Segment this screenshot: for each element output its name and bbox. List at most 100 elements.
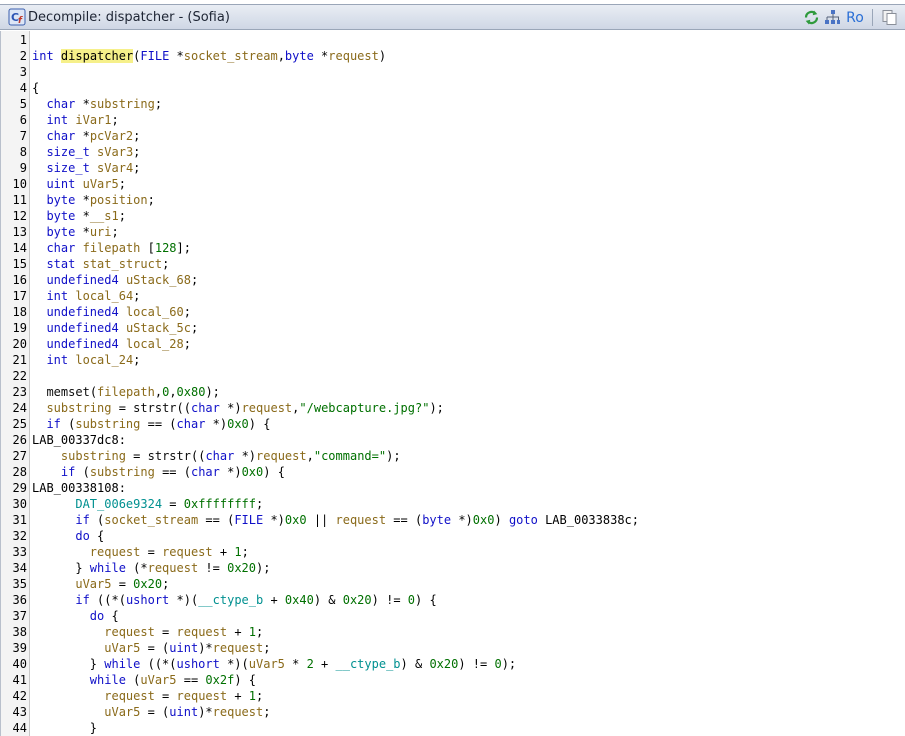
code-line[interactable]: 10 uint uVar5; bbox=[1, 176, 905, 192]
code-text[interactable]: request = request + 1; bbox=[32, 688, 263, 704]
code-text[interactable]: { bbox=[32, 80, 39, 96]
code-line[interactable]: 31 if (socket_stream == (FILE *)0x0 || r… bbox=[1, 512, 905, 528]
code-line[interactable]: 24 substring = strstr((char *)request,"/… bbox=[1, 400, 905, 416]
code-text[interactable]: int dispatcher(FILE *socket_stream,byte … bbox=[32, 48, 386, 64]
code-text[interactable]: int local_24; bbox=[32, 352, 140, 368]
code-line[interactable]: 9 size_t sVar4; bbox=[1, 160, 905, 176]
code-line[interactable]: 11 byte *position; bbox=[1, 192, 905, 208]
code-line[interactable]: 23 memset(filepath,0,0x80); bbox=[1, 384, 905, 400]
code-text[interactable]: undefined4 local_60; bbox=[32, 304, 191, 320]
code-text[interactable]: undefined4 uStack_68; bbox=[32, 272, 198, 288]
code-line[interactable]: 43 uVar5 = (uint)*request; bbox=[1, 704, 905, 720]
code-text[interactable]: do { bbox=[32, 608, 119, 624]
code-line[interactable]: 27 substring = strstr((char *)request,"c… bbox=[1, 448, 905, 464]
code-text[interactable]: if ((*(ushort *)(__ctype_b + 0x40) & 0x2… bbox=[32, 592, 436, 608]
code-text[interactable]: DAT_006e9324 = 0xffffffff; bbox=[32, 496, 263, 512]
code-line[interactable]: 17 int local_64; bbox=[1, 288, 905, 304]
code-line[interactable]: 37 do { bbox=[1, 608, 905, 624]
code-text[interactable]: char *pcVar2; bbox=[32, 128, 140, 144]
code-text[interactable]: request = request + 1; bbox=[32, 544, 249, 560]
code-text[interactable]: substring = strstr((char *)request,"/web… bbox=[32, 400, 443, 416]
code-line[interactable]: 20 undefined4 local_28; bbox=[1, 336, 905, 352]
code-line[interactable]: 16 undefined4 uStack_68; bbox=[1, 272, 905, 288]
code-text[interactable]: size_t sVar3; bbox=[32, 144, 140, 160]
code-text[interactable]: } while (*request != 0x20); bbox=[32, 560, 270, 576]
toolbar-separator bbox=[872, 9, 873, 26]
code-line[interactable]: 2 int dispatcher(FILE *socket_stream,byte… bbox=[1, 48, 905, 64]
code-text[interactable]: uVar5 = 0x20; bbox=[32, 576, 169, 592]
code-text[interactable]: undefined4 local_28; bbox=[32, 336, 191, 352]
code-text[interactable] bbox=[32, 368, 46, 384]
code-line[interactable]: 28 if (substring == (char *)0x0) { bbox=[1, 464, 905, 480]
code-text[interactable]: byte *__s1; bbox=[32, 208, 126, 224]
code-line[interactable]: 15 stat stat_struct; bbox=[1, 256, 905, 272]
code-line[interactable]: 6 int iVar1; bbox=[1, 112, 905, 128]
code-line[interactable]: 14 char filepath [128]; bbox=[1, 240, 905, 256]
copy-icon[interactable] bbox=[879, 8, 899, 27]
read-only-toggle[interactable]: Ro bbox=[844, 8, 866, 27]
code-line[interactable]: 22 bbox=[1, 368, 905, 384]
code-text[interactable]: uVar5 = (uint)*request; bbox=[32, 640, 270, 656]
code-line[interactable]: 40 } while ((*(ushort *)(uVar5 * 2 + __c… bbox=[1, 656, 905, 672]
code-line[interactable]: 32 do { bbox=[1, 528, 905, 544]
code-editor[interactable]: 1 2 int dispatcher(FILE *socket_stream,byt… bbox=[0, 31, 905, 736]
code-text[interactable]: if (socket_stream == (FILE *)0x0 || requ… bbox=[32, 512, 639, 528]
code-text[interactable]: uint uVar5; bbox=[32, 176, 126, 192]
refresh-icon[interactable] bbox=[802, 8, 821, 27]
line-number: 19 bbox=[12, 321, 27, 335]
code-line[interactable]: 41 while (uVar5 == 0x2f) { bbox=[1, 672, 905, 688]
code-line[interactable]: 36 if ((*(ushort *)(__ctype_b + 0x40) & … bbox=[1, 592, 905, 608]
code-text[interactable]: } bbox=[32, 720, 97, 736]
code-line[interactable]: 5 char *substring; bbox=[1, 96, 905, 112]
line-number: 18 bbox=[12, 305, 27, 319]
code-line[interactable]: 12 byte *__s1; bbox=[1, 208, 905, 224]
function-graph-icon[interactable] bbox=[823, 8, 842, 27]
code-text[interactable]: if (substring == (char *)0x0) { bbox=[32, 416, 270, 432]
window-title: Decompile: dispatcher - (Sofia) bbox=[28, 10, 230, 25]
code-line[interactable]: 25 if (substring == (char *)0x0) { bbox=[1, 416, 905, 432]
code-text[interactable]: undefined4 uStack_5c; bbox=[32, 320, 198, 336]
code-line[interactable]: 29 LAB_00338108: bbox=[1, 480, 905, 496]
code-line[interactable]: 4{ bbox=[1, 80, 905, 96]
code-text[interactable]: int local_64; bbox=[32, 288, 140, 304]
line-number: 27 bbox=[12, 449, 27, 463]
code-text[interactable]: byte *uri; bbox=[32, 224, 118, 240]
code-text[interactable]: stat stat_struct; bbox=[32, 256, 169, 272]
code-line[interactable]: 7 char *pcVar2; bbox=[1, 128, 905, 144]
code-text[interactable]: while (uVar5 == 0x2f) { bbox=[32, 672, 256, 688]
line-number: 28 bbox=[12, 465, 27, 479]
line-number: 29 bbox=[12, 481, 27, 495]
line-number: 32 bbox=[12, 529, 27, 543]
code-line[interactable]: 42 request = request + 1; bbox=[1, 688, 905, 704]
code-text[interactable]: substring = strstr((char *)request,"comm… bbox=[32, 448, 401, 464]
code-text[interactable]: if (substring == (char *)0x0) { bbox=[32, 464, 285, 480]
code-text[interactable]: request = request + 1; bbox=[32, 624, 263, 640]
code-text[interactable]: int iVar1; bbox=[32, 112, 118, 128]
code-line[interactable]: 8 size_t sVar3; bbox=[1, 144, 905, 160]
code-text[interactable]: size_t sVar4; bbox=[32, 160, 140, 176]
code-line[interactable]: 34 } while (*request != 0x20); bbox=[1, 560, 905, 576]
code-text[interactable]: LAB_00338108: bbox=[32, 480, 126, 496]
code-text[interactable]: LAB_00337dc8: bbox=[32, 432, 126, 448]
code-text[interactable]: byte *position; bbox=[32, 192, 154, 208]
code-line[interactable]: 19 undefined4 uStack_5c; bbox=[1, 320, 905, 336]
code-text[interactable]: uVar5 = (uint)*request; bbox=[32, 704, 270, 720]
code-line[interactable]: 30 DAT_006e9324 = 0xffffffff; bbox=[1, 496, 905, 512]
code-line[interactable]: 26 LAB_00337dc8: bbox=[1, 432, 905, 448]
line-number: 5 bbox=[19, 97, 27, 111]
code-line[interactable]: 35 uVar5 = 0x20; bbox=[1, 576, 905, 592]
code-line[interactable]: 21 int local_24; bbox=[1, 352, 905, 368]
code-text[interactable]: memset(filepath,0,0x80); bbox=[32, 384, 219, 400]
code-text[interactable]: do { bbox=[32, 528, 104, 544]
code-line[interactable]: 38 request = request + 1; bbox=[1, 624, 905, 640]
code-line[interactable]: 1 bbox=[1, 32, 905, 48]
code-line[interactable]: 39 uVar5 = (uint)*request; bbox=[1, 640, 905, 656]
code-line[interactable]: 3 bbox=[1, 64, 905, 80]
code-text[interactable]: char *substring; bbox=[32, 96, 162, 112]
code-line[interactable]: 33 request = request + 1; bbox=[1, 544, 905, 560]
code-line[interactable]: 13 byte *uri; bbox=[1, 224, 905, 240]
code-line[interactable]: 44 } bbox=[1, 720, 905, 736]
code-text[interactable]: } while ((*(ushort *)(uVar5 * 2 + __ctyp… bbox=[32, 656, 516, 672]
code-line[interactable]: 18 undefined4 local_60; bbox=[1, 304, 905, 320]
code-text[interactable]: char filepath [128]; bbox=[32, 240, 191, 256]
